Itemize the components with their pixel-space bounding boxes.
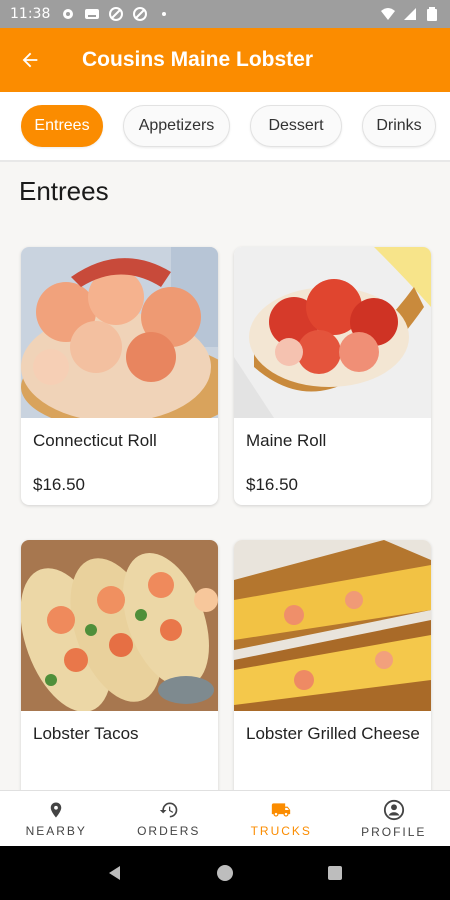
item-name: Lobster Tacos: [33, 724, 139, 743]
lobster-tacos-image: [21, 540, 218, 711]
wifi-icon: [381, 8, 395, 20]
nav-trucks[interactable]: TRUCKS: [225, 791, 338, 846]
nav-orders[interactable]: ORDERS: [113, 791, 226, 846]
truck-icon: [272, 802, 291, 817]
nav-label: PROFILE: [361, 824, 427, 839]
item-price: $16.50: [246, 475, 298, 494]
signal-icon: [404, 8, 416, 20]
menu-item-card[interactable]: Lobster Tacos: [21, 540, 218, 790]
tab-entrees[interactable]: Entrees: [21, 105, 103, 147]
item-name: Lobster Grilled Cheese: [246, 724, 420, 743]
section-title: Entrees: [19, 176, 109, 206]
maine-roll-image: [234, 247, 431, 418]
category-tabs: Entrees Appetizers Dessert Drinks: [0, 92, 450, 162]
keyboard-icon: [85, 9, 100, 19]
home-circle-icon[interactable]: [216, 864, 234, 882]
lobster-grilled-cheese-image: [234, 540, 431, 711]
nav-label: TRUCKS: [250, 823, 312, 838]
item-name: Connecticut Roll: [33, 431, 157, 450]
nav-label: NEARBY: [25, 823, 87, 838]
back-button[interactable]: [0, 28, 60, 92]
page-title: Cousins Maine Lobster: [82, 48, 314, 71]
back-triangle-icon[interactable]: [106, 864, 124, 882]
blocked-icon: [109, 7, 124, 21]
menu-content: Entrees Connecticut Roll $16.50 Maine Ro…: [0, 162, 450, 790]
connecticut-roll-image: [21, 247, 218, 418]
history-icon: [159, 802, 178, 817]
tab-drinks[interactable]: Drinks: [362, 105, 436, 147]
arrow-back-icon: [22, 52, 38, 68]
status-time: 11:38: [10, 6, 51, 22]
battery-icon: [427, 7, 437, 21]
settings-icon: [63, 9, 74, 19]
recents-square-icon[interactable]: [326, 864, 344, 882]
tab-appetizers[interactable]: Appetizers: [123, 105, 230, 147]
system-nav-bar: [0, 846, 450, 900]
nav-label: ORDERS: [137, 823, 201, 838]
nav-profile[interactable]: PROFILE: [338, 791, 450, 846]
tab-dessert[interactable]: Dessert: [250, 105, 342, 147]
nav-nearby[interactable]: NEARBY: [0, 791, 113, 846]
menu-item-card[interactable]: Lobster Grilled Cheese: [234, 540, 431, 790]
bottom-nav: NEARBY ORDERS TRUCKS PROFILE: [0, 790, 450, 846]
location-pin-icon: [51, 802, 62, 817]
app-bar: Cousins Maine Lobster: [0, 28, 450, 92]
status-bar: 11:38: [0, 0, 450, 28]
profile-icon: [383, 799, 404, 820]
item-name: Maine Roll: [246, 431, 327, 450]
menu-item-card[interactable]: Maine Roll $16.50: [234, 247, 431, 505]
blocked-icon: [133, 7, 148, 21]
item-price: $16.50: [33, 475, 85, 494]
dot-icon: [162, 12, 167, 16]
menu-item-card[interactable]: Connecticut Roll $16.50: [21, 247, 218, 505]
